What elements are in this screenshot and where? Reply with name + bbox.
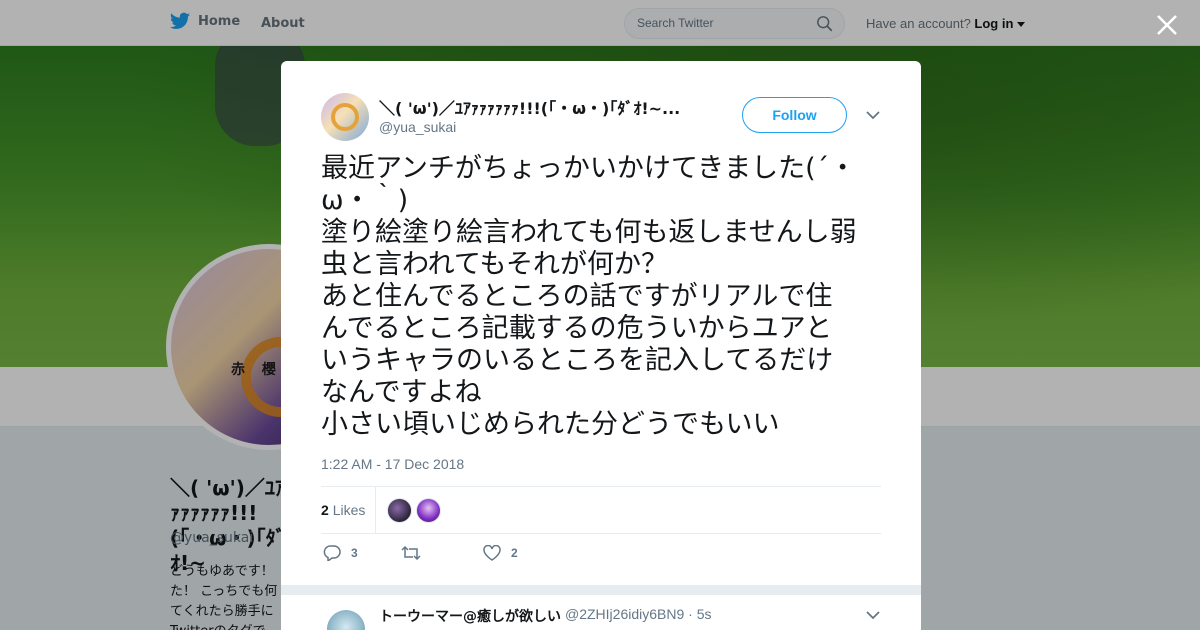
likes-label: Likes: [332, 502, 366, 518]
retweet-icon: [401, 545, 421, 561]
tweet-text-line: 最近アンチがちょっかいかけてきました(´・: [321, 153, 857, 184]
replies-separator: [281, 585, 921, 595]
reply-meta[interactable]: @2ZHIj26idiy6BN9 · 5s: [565, 606, 712, 622]
liker-avatar[interactable]: [416, 498, 441, 523]
chevron-down-icon[interactable]: [865, 109, 881, 121]
tweet-modal: ＼( 'ω')／ﾕｱｧｧｧｧｧｧ!!!(｢・ω・)｢ﾀﾞｵ!~... @yua_…: [281, 61, 921, 630]
follow-button[interactable]: Follow: [742, 97, 847, 133]
likes-count: 2: [321, 502, 329, 518]
stats-divider: [375, 487, 376, 533]
tweet-text-line: いうキャラのいるところを記入してるだけ: [321, 345, 834, 376]
reply-icon: [323, 545, 341, 561]
close-icon[interactable]: [1154, 12, 1180, 38]
like-button[interactable]: 2: [483, 545, 518, 561]
retweet-button[interactable]: [401, 545, 421, 561]
avatar-art: [331, 103, 359, 131]
tweet-text-line: なんですよね: [321, 377, 482, 408]
heart-icon: [483, 545, 501, 561]
tweet-author-name[interactable]: ＼( 'ω')／ﾕｱｧｧｧｧｧｧ!!!(｢・ω・)｢ﾀﾞｵ!~...: [379, 95, 699, 119]
tweet-text-line: 小さい頃いじめられた分どうでもいい: [321, 409, 780, 440]
tweet-timestamp[interactable]: 1:22 AM - 17 Dec 2018: [321, 456, 464, 472]
tweet-actions: 3 2: [321, 545, 881, 565]
tweet-text-line: んでるところ記載するの危ういからユアと: [321, 313, 833, 344]
tweet-author-handle[interactable]: @yua_sukai: [379, 119, 456, 135]
reply-author-name[interactable]: トーウーマー@癒しが欲しい: [379, 606, 561, 626]
tweet-text-line: あと住んでるところの話ですがリアルで住: [321, 281, 833, 312]
reply-author-avatar[interactable]: [327, 610, 365, 630]
tweet-author-avatar[interactable]: [321, 93, 369, 141]
tweet-text-line: 虫と言われてもそれが何か？: [321, 249, 668, 280]
chevron-down-icon[interactable]: [865, 609, 881, 621]
reply-button[interactable]: 3: [323, 545, 358, 561]
tweet-stats: 2 Likes: [321, 486, 881, 534]
tweet-text: 最近アンチがちょっかいかけてきました(´・ ω・｀) 塗り絵塗り絵言われても何も…: [321, 153, 886, 441]
reply-count: 3: [351, 546, 358, 560]
tweet-text-line: ω・｀): [321, 185, 409, 216]
likes-stat[interactable]: 2 Likes: [321, 502, 365, 518]
liker-avatar[interactable]: [387, 498, 412, 523]
tweet-text-line: 塗り絵塗り絵言われても何も返しませんし弱: [321, 217, 857, 248]
like-count: 2: [511, 546, 518, 560]
